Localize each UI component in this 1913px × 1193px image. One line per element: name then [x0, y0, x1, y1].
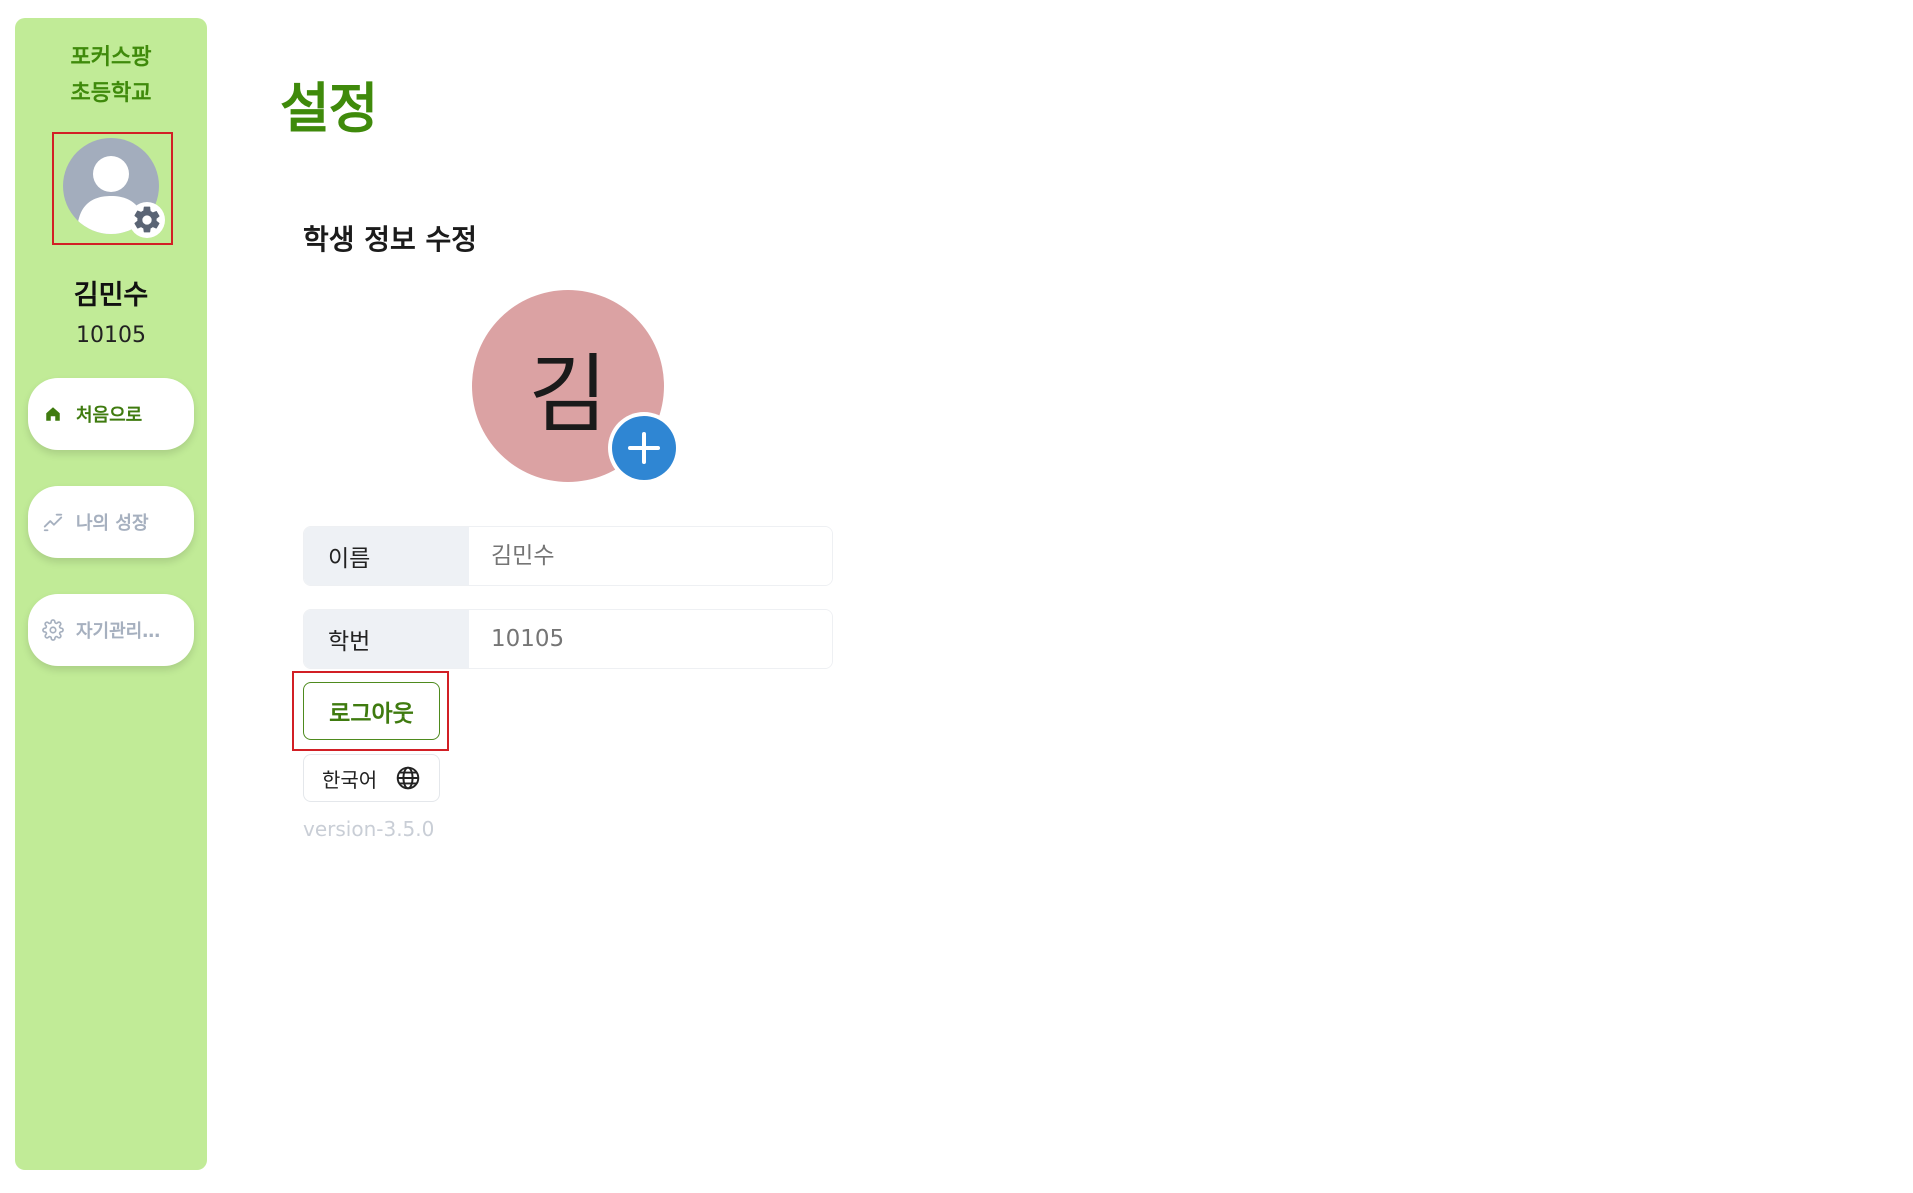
student-number-input[interactable]	[469, 610, 832, 668]
profile-settings-button[interactable]	[52, 132, 173, 245]
add-photo-button[interactable]	[608, 412, 680, 484]
name-input[interactable]	[469, 527, 832, 585]
profile-initial: 김	[528, 344, 608, 445]
growth-chart-icon	[42, 511, 64, 533]
logout-highlight: 로그아웃	[292, 671, 449, 751]
nav-self-management-label: 자기관리…	[76, 621, 161, 642]
number-field-label: 학번	[304, 610, 469, 668]
school-name: 포커스팡 초등학교	[70, 45, 152, 106]
nav-home-label: 처음으로	[76, 405, 143, 426]
name-field-row: 이름	[303, 526, 833, 586]
page-title: 설정	[280, 77, 378, 140]
plus-icon	[612, 416, 676, 480]
student-name: 김민수	[73, 280, 149, 311]
language-label: 한국어	[322, 767, 378, 792]
nav-home-button[interactable]: 처음으로	[28, 378, 194, 450]
logout-button[interactable]: 로그아웃	[303, 682, 440, 740]
gear-icon	[129, 202, 165, 238]
nav-growth-button[interactable]: 나의 성장	[28, 486, 194, 558]
section-title: 학생 정보 수정	[303, 223, 478, 256]
number-field-row: 학번	[303, 609, 833, 669]
home-icon	[42, 403, 64, 425]
sidebar: 포커스팡 초등학교 김민수 10105 처음으로 나의 성장 자기관리…	[15, 18, 207, 1170]
nav-self-management-button[interactable]: 자기관리…	[28, 594, 194, 666]
name-field-label: 이름	[304, 527, 469, 585]
language-button[interactable]: 한국어	[303, 754, 440, 802]
globe-icon	[395, 765, 421, 791]
version-text: version-3.5.0	[303, 817, 435, 841]
gear-icon	[42, 619, 64, 641]
student-number: 10105	[76, 323, 146, 348]
nav-growth-label: 나의 성장	[76, 513, 149, 534]
